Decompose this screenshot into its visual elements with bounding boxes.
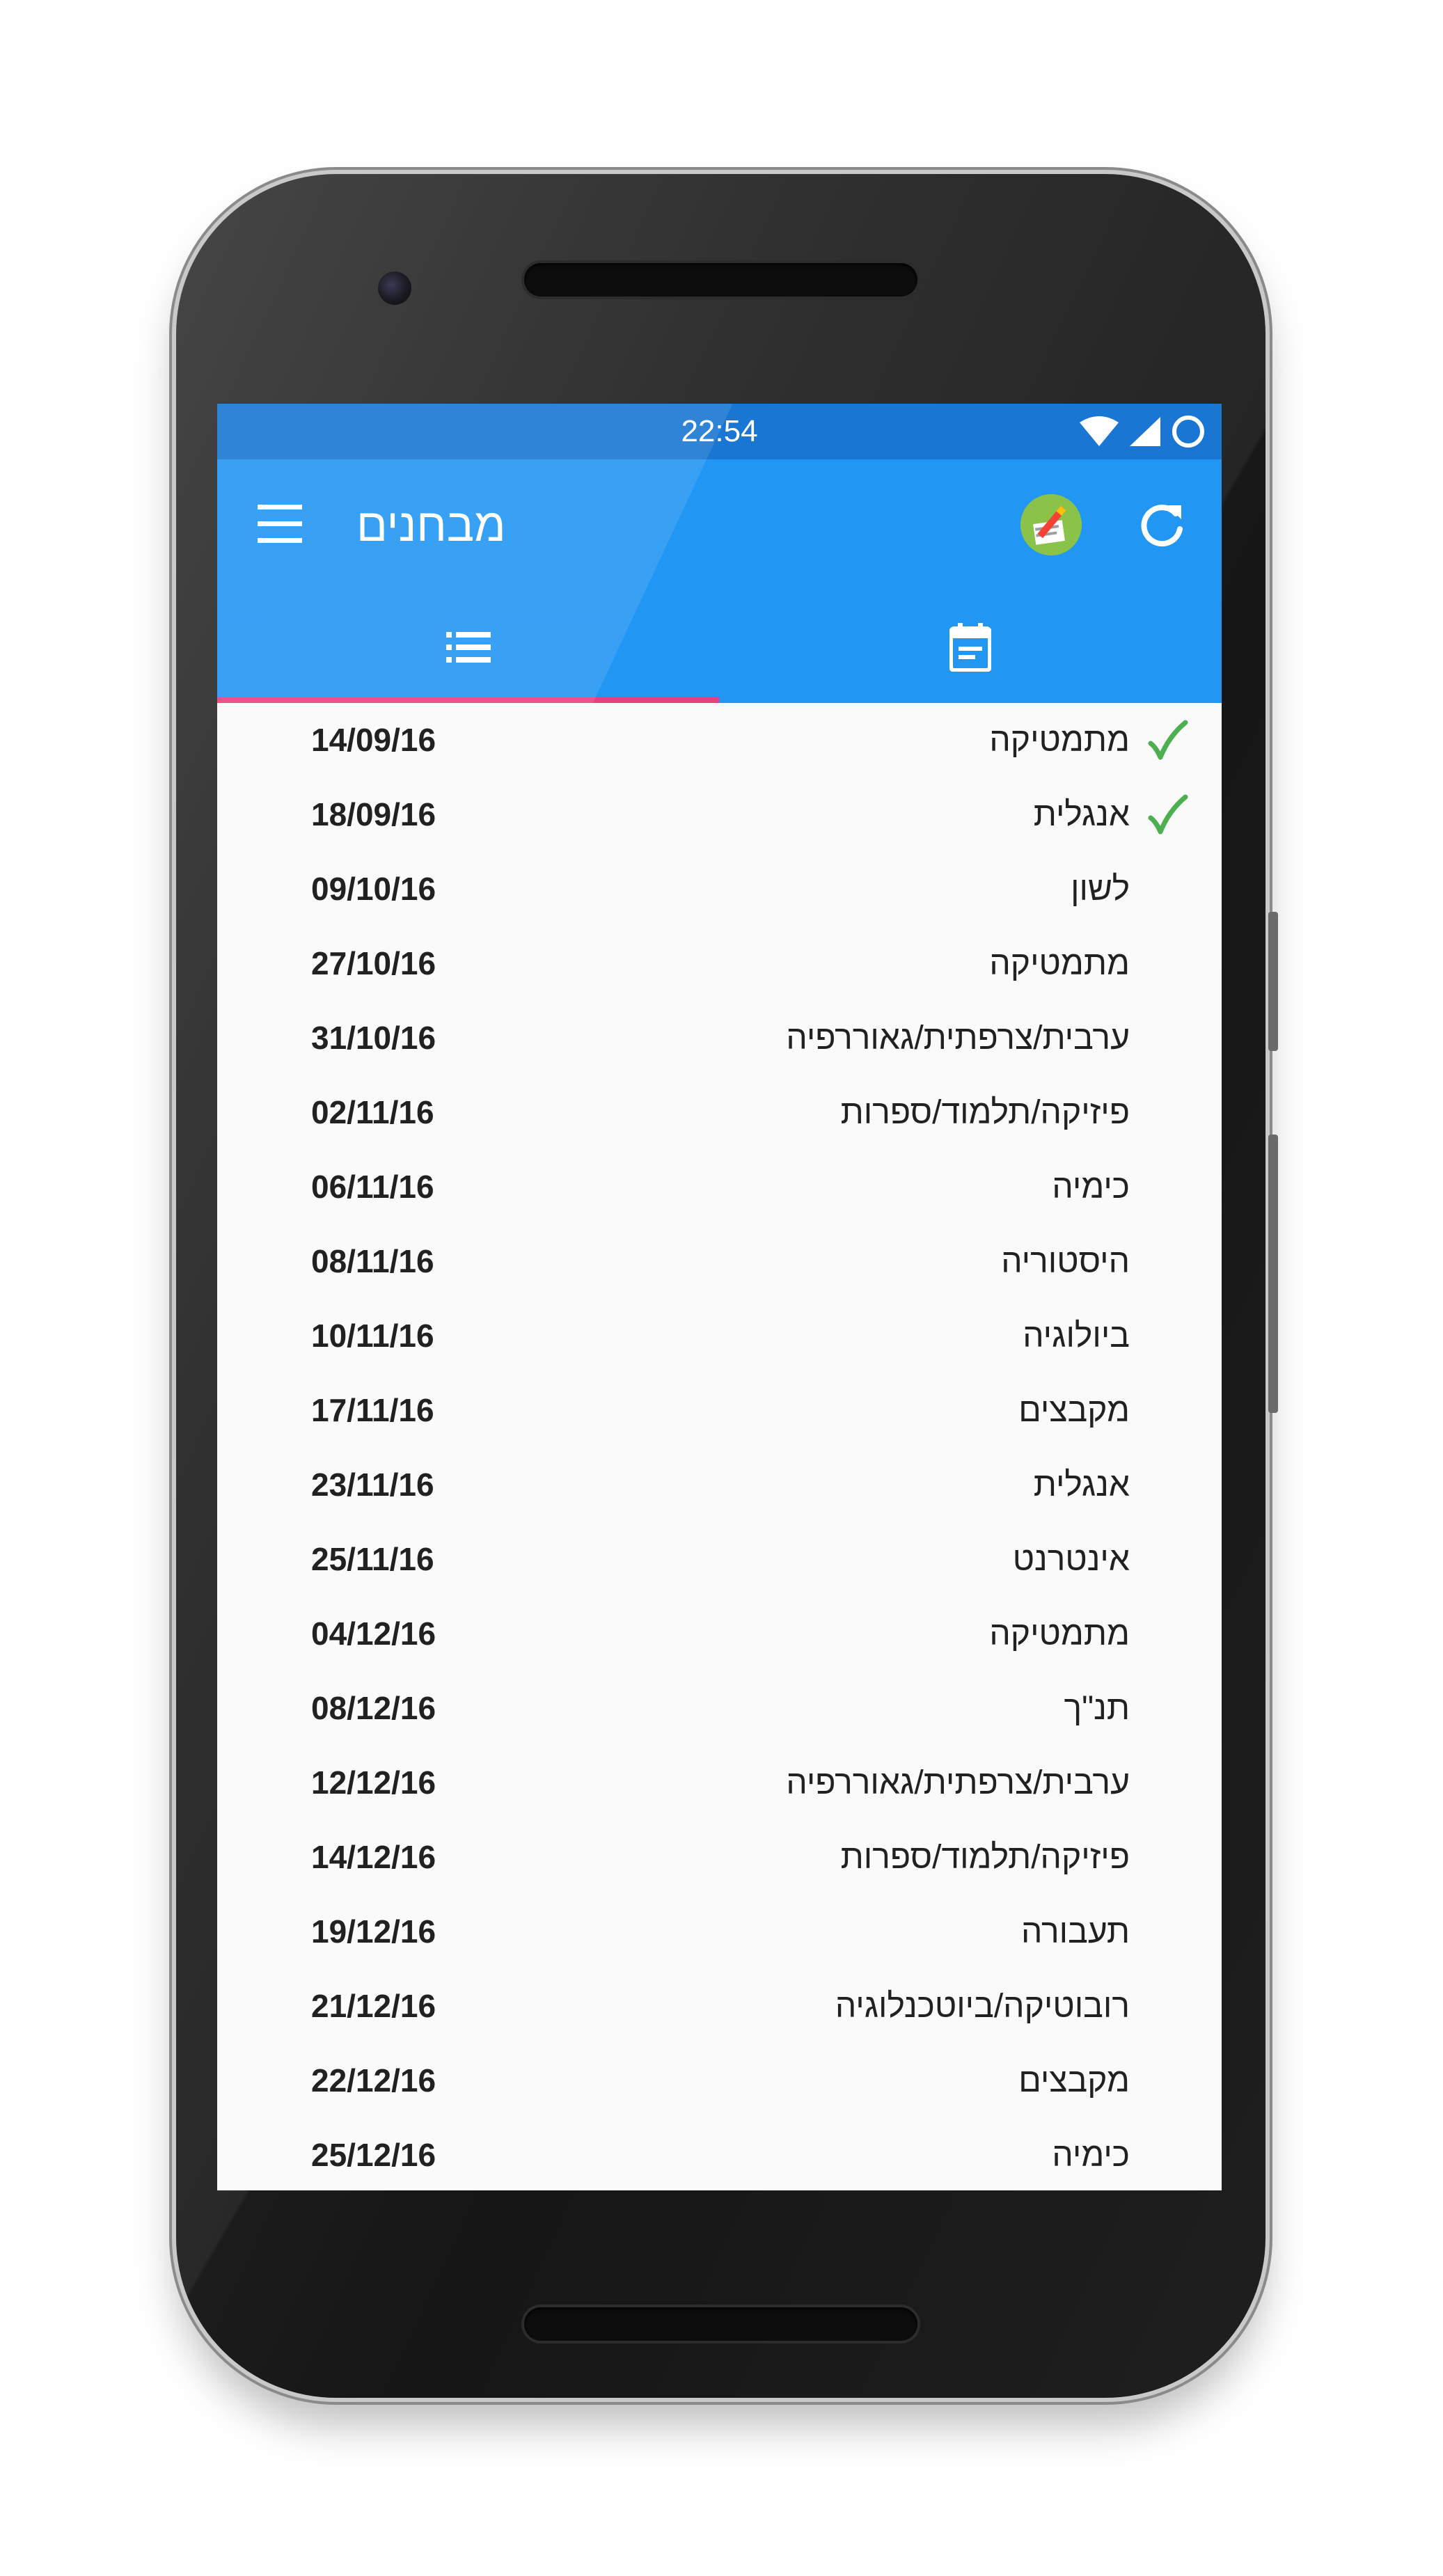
exam-row[interactable]: 12/12/16 ערבית/צרפתית/גאוררפיה	[217, 1746, 1222, 1820]
refresh-icon	[1141, 505, 1183, 547]
exam-subject: פיזיקה/תלמוד/ספרות	[840, 1094, 1130, 1131]
exam-subject: מתמטיקה	[989, 945, 1130, 982]
exam-date: 22/12/16	[311, 2062, 436, 2099]
exam-row[interactable]: 17/11/16 מקבצים	[217, 1373, 1222, 1448]
bottom-speaker	[524, 2307, 917, 2341]
exam-row[interactable]: 04/12/16 מתמטיקה	[217, 1597, 1222, 1671]
app-logo-icon[interactable]	[1020, 494, 1082, 555]
exam-subject: כימיה	[1052, 2137, 1130, 2174]
exam-subject: מתמטיקה	[989, 1615, 1130, 1652]
front-camera	[378, 271, 411, 305]
exam-subject: אנגלית	[1033, 796, 1130, 833]
exam-row[interactable]: 10/11/16 ביולוגיה	[217, 1299, 1222, 1373]
exam-row[interactable]: 23/11/16 אנגלית	[217, 1448, 1222, 1522]
exam-date: 08/12/16	[311, 1690, 436, 1726]
exam-subject: ערבית/צרפתית/גאוררפיה	[786, 1764, 1130, 1801]
exam-date: 14/09/16	[311, 722, 436, 758]
exam-subject: לשון	[1071, 871, 1130, 908]
battery-circle-icon	[1172, 416, 1204, 448]
exam-row[interactable]: 18/09/16 אנגלית	[217, 777, 1222, 852]
exam-row[interactable]: 09/10/16 לשון	[217, 852, 1222, 926]
exam-date: 25/11/16	[311, 1541, 434, 1577]
exam-row[interactable]: 14/09/16 מתמטיקה	[217, 703, 1222, 777]
exam-subject: מקבצים	[1018, 2062, 1130, 2099]
exam-date: 02/11/16	[311, 1094, 434, 1130]
exam-date: 10/11/16	[311, 1318, 434, 1354]
exam-subject: ערבית/צרפתית/גאוררפיה	[786, 1020, 1130, 1057]
exam-row[interactable]: 25/11/16 אינטרנט	[217, 1522, 1222, 1597]
exam-row[interactable]: 27/10/16 מתמטיקה	[217, 926, 1222, 1001]
exam-row[interactable]: 08/12/16 תנ"ך	[217, 1671, 1222, 1746]
calendar-icon	[949, 623, 991, 672]
refresh-button[interactable]	[1133, 496, 1191, 554]
exam-row[interactable]: 08/11/16 היסטוריה	[217, 1224, 1222, 1299]
list-icon	[445, 632, 491, 663]
exam-date: 21/12/16	[311, 1988, 436, 2024]
exam-subject: מתמטיקה	[989, 722, 1130, 759]
exam-subject: כימיה	[1052, 1169, 1130, 1206]
check-icon	[1148, 720, 1188, 760]
app-toolbar: מבחנים	[217, 459, 1222, 592]
exam-date: 12/12/16	[311, 1764, 436, 1801]
exam-date: 27/10/16	[311, 945, 436, 981]
exam-subject: פיזיקה/תלמוד/ספרות	[840, 1839, 1130, 1876]
exam-row[interactable]: 02/11/16 פיזיקה/תלמוד/ספרות	[217, 1075, 1222, 1150]
tab-list[interactable]	[217, 592, 719, 703]
exam-subject: היסטוריה	[1001, 1243, 1130, 1280]
exam-date: 08/11/16	[311, 1243, 434, 1279]
exam-date: 09/10/16	[311, 871, 436, 907]
status-bar: 22:54	[217, 404, 1222, 459]
exam-subject: מקבצים	[1018, 1392, 1130, 1429]
exam-date: 31/10/16	[311, 1020, 436, 1056]
volume-button	[1268, 1135, 1278, 1413]
exam-row[interactable]: 31/10/16 ערבית/צרפתית/גאוררפיה	[217, 1001, 1222, 1075]
exam-subject: ביולוגיה	[1023, 1318, 1130, 1354]
exam-subject: רובוטיקה/ביוטכנלוגיה	[835, 1988, 1130, 2025]
exam-row[interactable]: 06/11/16 כימיה	[217, 1150, 1222, 1224]
tab-bar	[217, 592, 1222, 703]
exam-row[interactable]: 21/12/16 רובוטיקה/ביוטכנלוגיה	[217, 1969, 1222, 2044]
tab-indicator	[217, 697, 719, 703]
exam-date: 04/12/16	[311, 1615, 436, 1652]
check-icon	[1148, 794, 1188, 835]
status-icons	[1078, 415, 1206, 448]
exam-date: 19/12/16	[311, 1913, 436, 1950]
exam-row[interactable]: 19/12/16 תעבורה	[217, 1895, 1222, 1969]
exam-row[interactable]: 25/12/16 כימיה	[217, 2118, 1222, 2190]
exam-subject: אנגלית	[1033, 1467, 1130, 1503]
page-title: מבחנים	[356, 499, 506, 551]
top-speaker	[524, 263, 917, 297]
tab-calendar[interactable]	[719, 592, 1221, 703]
power-button	[1268, 912, 1278, 1051]
exam-subject: תנ"ך	[1064, 1690, 1130, 1727]
exam-subject: תעבורה	[1021, 1913, 1130, 1950]
app-screen: 22:54 מבחנים 14/09/16 מתמטיקה 18/09/16 א…	[217, 404, 1222, 2190]
exam-date: 06/11/16	[311, 1169, 434, 1205]
exam-date: 18/09/16	[311, 796, 436, 832]
exam-subject: אינטרנט	[1012, 1541, 1130, 1578]
wifi-icon	[1080, 416, 1119, 446]
menu-button[interactable]	[258, 505, 302, 544]
status-time: 22:54	[681, 414, 758, 448]
exam-row[interactable]: 22/12/16 מקבצים	[217, 2044, 1222, 2118]
exam-date: 23/11/16	[311, 1467, 434, 1503]
signal-icon	[1130, 417, 1160, 446]
exam-date: 14/12/16	[311, 1839, 436, 1875]
exam-row[interactable]: 14/12/16 פיזיקה/תלמוד/ספרות	[217, 1820, 1222, 1895]
exam-date: 25/12/16	[311, 2137, 436, 2173]
exam-date: 17/11/16	[311, 1392, 434, 1428]
